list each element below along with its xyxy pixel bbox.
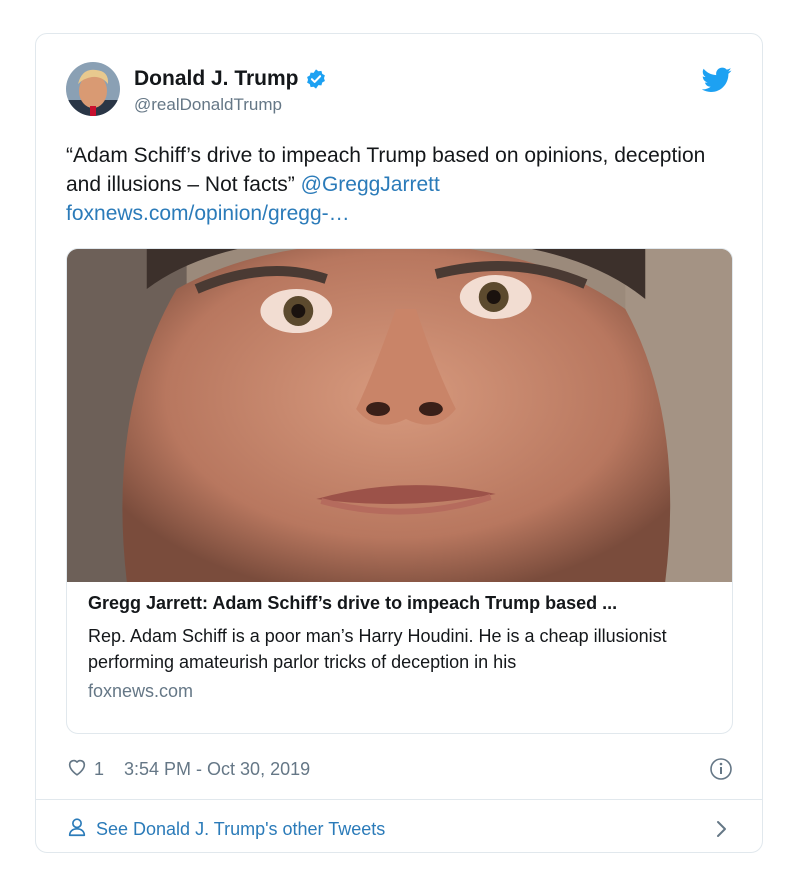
timestamp[interactable]: 3:54 PM - Oct 30, 2019 — [124, 759, 310, 780]
divider — [36, 799, 762, 800]
like-count[interactable]: 1 — [94, 759, 104, 780]
link-preview-card[interactable]: Gregg Jarrett: Adam Schiff’s drive to im… — [66, 248, 733, 734]
tweet-card: Donald J. Trump @realDonaldTrump “Adam S… — [35, 33, 763, 853]
link-card-domain: foxnews.com — [88, 681, 194, 701]
user-handle[interactable]: @realDonaldTrump — [134, 95, 282, 115]
heart-icon[interactable] — [66, 756, 88, 783]
link-card-description: Rep. Adam Schiff is a poor man’s Harry H… — [88, 626, 667, 672]
chevron-right-icon[interactable] — [711, 819, 731, 839]
avatar[interactable] — [66, 62, 120, 116]
article-url-link[interactable]: foxnews.com/opinion/gregg-… — [66, 202, 350, 225]
link-card-title[interactable]: Gregg Jarrett: Adam Schiff’s drive to im… — [88, 591, 714, 615]
mention-link[interactable]: @GreggJarrett — [301, 173, 440, 196]
info-icon[interactable] — [709, 757, 733, 781]
article-photo — [67, 249, 732, 582]
twitter-bird-icon[interactable] — [701, 67, 732, 93]
tweet-text: “Adam Schiff’s drive to impeach Trump ba… — [66, 141, 726, 228]
display-name[interactable]: Donald J. Trump — [134, 67, 299, 91]
person-icon — [66, 816, 96, 843]
see-other-tweets-link[interactable]: See Donald J. Trump's other Tweets — [66, 814, 733, 844]
verified-badge-icon — [305, 68, 327, 90]
see-other-tweets-label[interactable]: See Donald J. Trump's other Tweets — [96, 819, 385, 840]
tweet-meta: 1 3:54 PM - Oct 30, 2019 — [66, 756, 733, 782]
